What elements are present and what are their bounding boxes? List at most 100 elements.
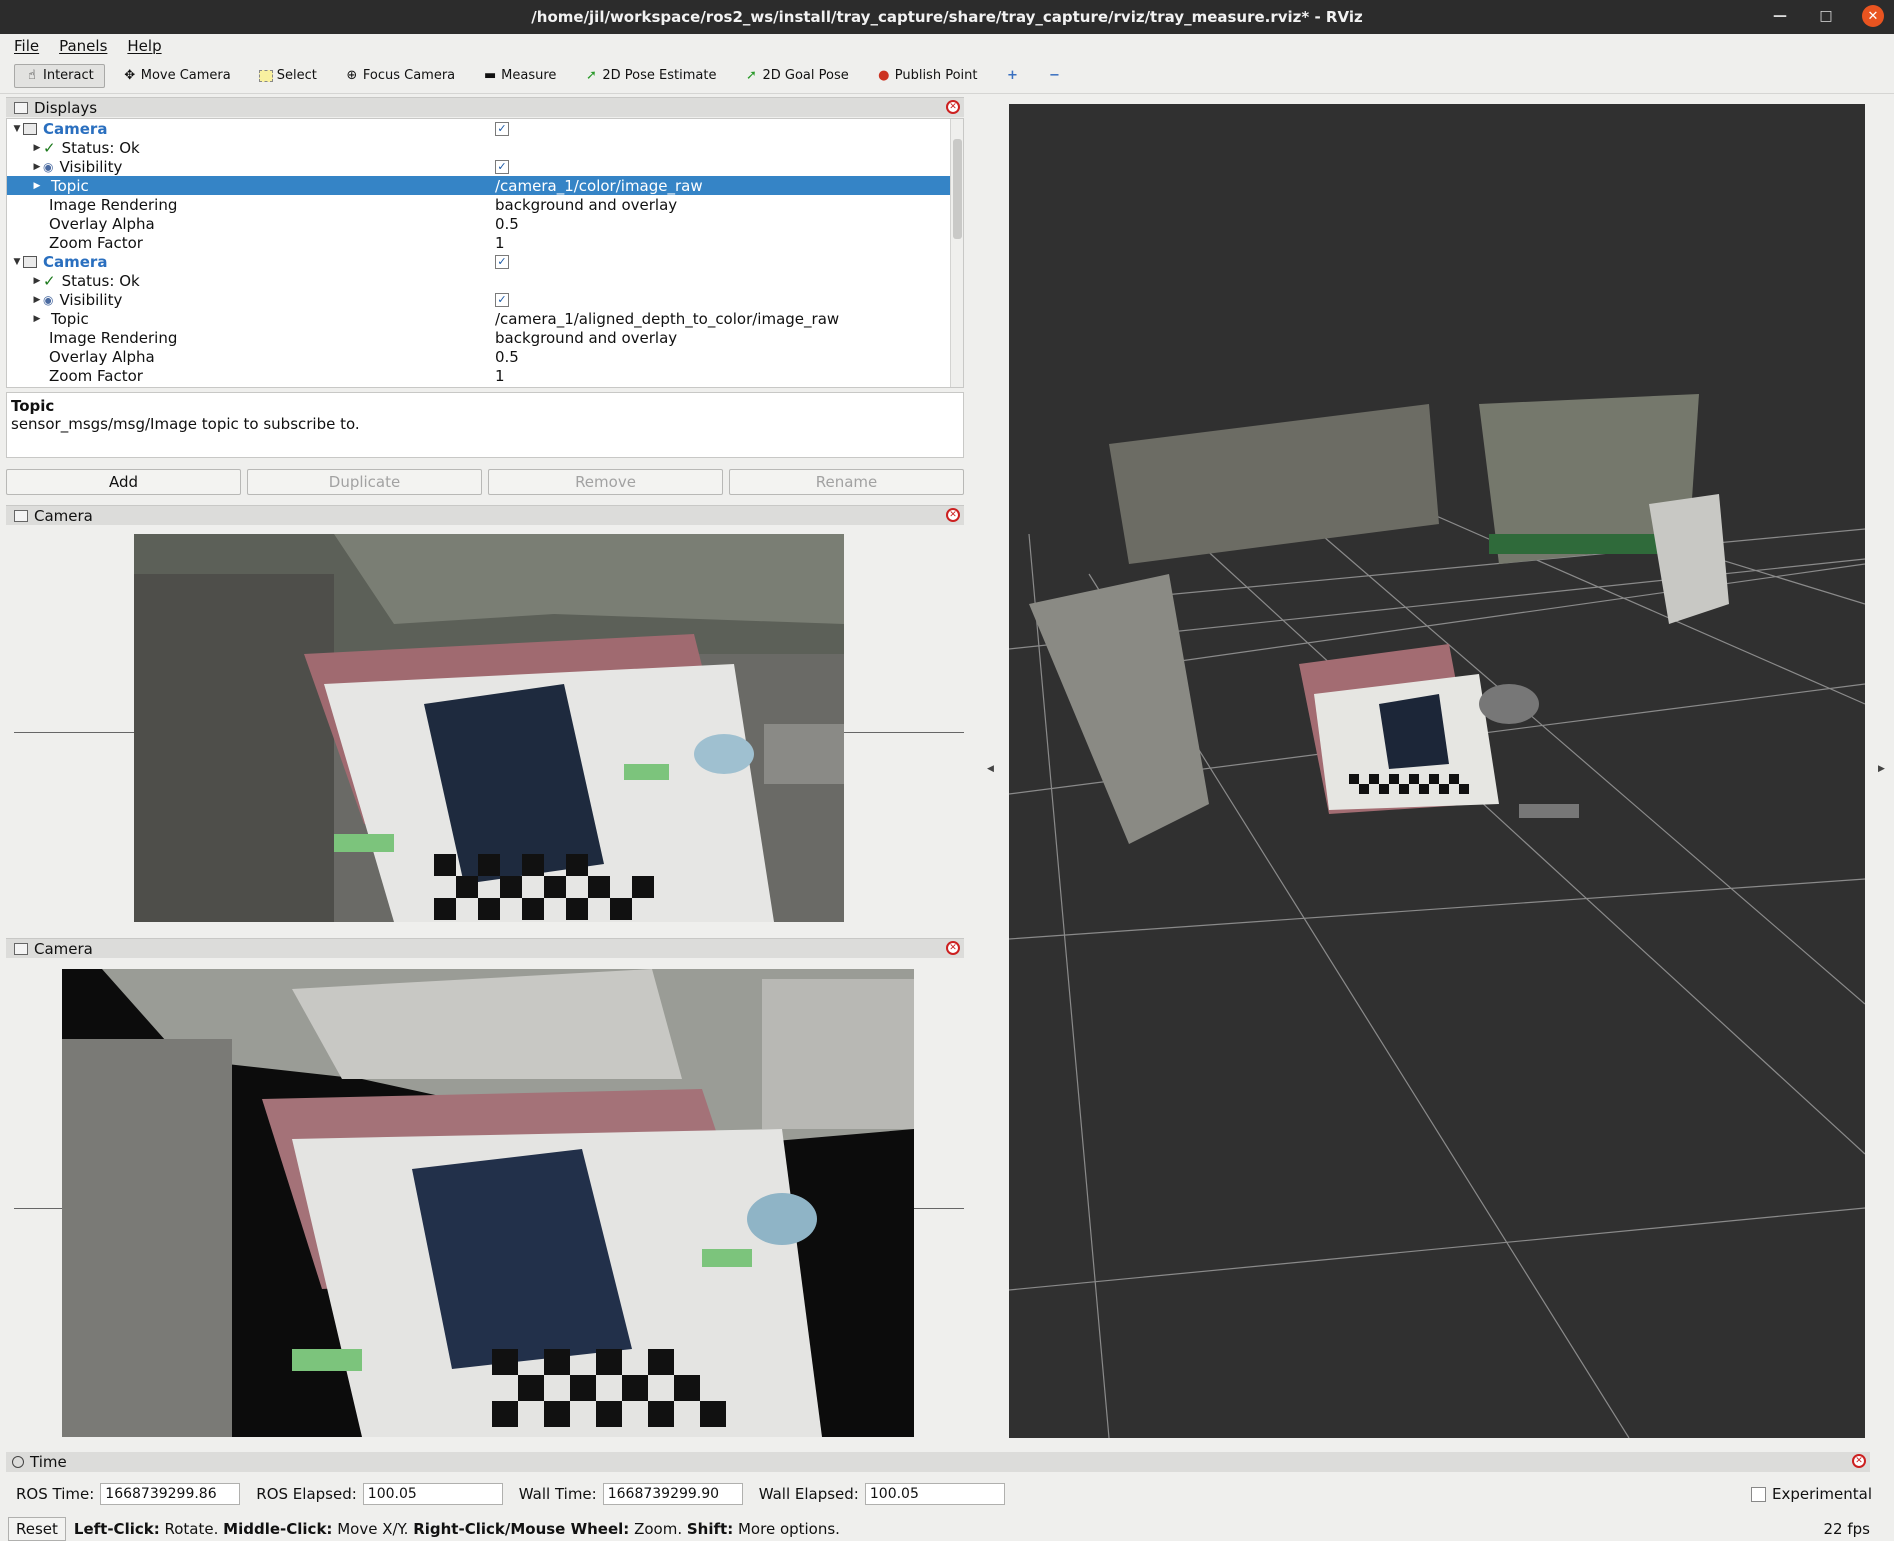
pose-estimate-tool[interactable]: ➚ 2D Pose Estimate xyxy=(574,64,726,88)
rename-button[interactable]: Rename xyxy=(729,469,964,495)
render-3d-canvas xyxy=(1009,394,1865,1438)
expand-arrow-icon[interactable]: ▶ xyxy=(31,314,43,324)
collapse-right-arrow-icon[interactable]: ▶ xyxy=(1878,764,1885,774)
move-camera-tool[interactable]: ✥ Move Camera xyxy=(113,64,241,88)
wall-time-field[interactable]: 1668739299.90 xyxy=(602,1483,743,1505)
display-camera-1[interactable]: ▼ Camera ✓ xyxy=(7,119,962,138)
topic-value[interactable]: /camera_1/color/image_raw xyxy=(495,177,703,195)
green-arrow-icon: ➚ xyxy=(585,68,597,83)
select-tool[interactable]: Select xyxy=(249,64,327,88)
camera-display-icon xyxy=(23,122,37,135)
tree-scrollbar[interactable] xyxy=(950,119,963,387)
menu-panels[interactable]: Panels xyxy=(59,37,107,55)
select-box-icon xyxy=(258,69,273,82)
close-panel-icon[interactable]: ✕ xyxy=(1852,1454,1866,1468)
collapse-arrow-icon[interactable]: ▼ xyxy=(11,124,23,134)
remove-tool-button[interactable]: − xyxy=(1037,64,1071,88)
enable-checkbox[interactable]: ✓ xyxy=(495,254,509,269)
expand-arrow-icon[interactable]: ▶ xyxy=(31,162,43,172)
ros-elapsed-field[interactable]: 100.05 xyxy=(362,1483,503,1505)
publish-point-tool[interactable]: ● Publish Point xyxy=(867,64,988,88)
displays-tree: ▼ Camera ✓ ▶ ✓ Status: Ok ▶ ◉ Visibility ✓ ▶ T… xyxy=(6,118,964,388)
close-panel-icon[interactable]: ✕ xyxy=(946,941,960,955)
wall-elapsed-field[interactable]: 100.05 xyxy=(864,1483,1005,1505)
minus-icon: − xyxy=(1049,68,1060,83)
clock-icon xyxy=(12,1456,24,1468)
monitor-icon xyxy=(14,101,28,114)
display-camera-2[interactable]: ▼ Camera ✓ xyxy=(7,252,962,271)
camera-panel-icon xyxy=(14,509,28,522)
zoom-factor-row[interactable]: Zoom Factor 1 xyxy=(7,233,962,252)
remove-button[interactable]: Remove xyxy=(488,469,723,495)
menu-file[interactable]: File xyxy=(14,37,39,55)
status-row[interactable]: ▶ ✓ Status: Ok xyxy=(7,271,962,290)
ros-time-field[interactable]: 1668739299.86 xyxy=(100,1483,241,1505)
expand-arrow-icon[interactable]: ▶ xyxy=(31,276,43,286)
time-panel-header: Time ✕ xyxy=(6,1452,1870,1472)
overlay-alpha-row[interactable]: Overlay Alpha 0.5 xyxy=(7,214,962,233)
duplicate-button[interactable]: Duplicate xyxy=(247,469,482,495)
camera-view-color[interactable] xyxy=(6,526,964,924)
topic-row[interactable]: ▶ Topic /camera_1/color/image_raw xyxy=(7,176,962,195)
status-row[interactable]: ▶ ✓ Status: Ok xyxy=(7,138,962,157)
visibility-row[interactable]: ▶ ◉ Visibility ✓ xyxy=(7,290,962,309)
crosshair-icon: ⊕ xyxy=(346,68,358,83)
camera-display-icon xyxy=(23,255,37,268)
zoom-factor-row[interactable]: Zoom Factor 1 xyxy=(7,366,962,385)
camera-view-depth[interactable] xyxy=(6,959,964,1439)
visibility-checkbox[interactable]: ✓ xyxy=(495,292,509,307)
visibility-checkbox[interactable]: ✓ xyxy=(495,159,509,174)
checkmark-icon: ✓ xyxy=(43,138,56,157)
focus-camera-tool[interactable]: ⊕ Focus Camera xyxy=(335,64,465,88)
visibility-row[interactable]: ▶ ◉ Visibility ✓ xyxy=(7,157,962,176)
image-rendering-row[interactable]: Image Rendering background and overlay xyxy=(7,328,962,347)
overlay-alpha-row[interactable]: Overlay Alpha 0.5 xyxy=(7,347,962,366)
move-icon: ✥ xyxy=(124,68,136,83)
topic-row[interactable]: ▶ Topic /camera_1/aligned_depth_to_color/… xyxy=(7,309,962,328)
minimize-icon[interactable]: — xyxy=(1770,8,1790,24)
expand-arrow-icon[interactable]: ▶ xyxy=(31,143,43,153)
eye-icon: ◉ xyxy=(43,292,54,307)
close-panel-icon[interactable]: ✕ xyxy=(946,100,960,114)
collapse-arrow-icon[interactable]: ▼ xyxy=(11,257,23,267)
camera-panel-icon xyxy=(14,942,28,955)
green-arrow-icon: ➚ xyxy=(746,68,757,83)
window-titlebar: /home/jil/workspace/ros2_ws/install/tray… xyxy=(0,0,1894,34)
add-tool-button[interactable]: + xyxy=(995,64,1029,88)
expand-arrow-icon[interactable]: ▶ xyxy=(31,181,43,191)
experimental-checkbox[interactable] xyxy=(1750,1486,1766,1502)
camera-panel-1-header: Camera ✕ xyxy=(6,505,964,525)
menu-help[interactable]: Help xyxy=(127,37,161,55)
hand-icon: ☝ xyxy=(28,68,36,83)
render-3d-view[interactable] xyxy=(1009,104,1865,1438)
expand-arrow-icon[interactable]: ▶ xyxy=(31,295,43,305)
time-title: Time xyxy=(30,1453,67,1471)
help-text: sensor_msgs/msg/Image topic to subscribe… xyxy=(11,415,360,433)
maximize-icon[interactable]: □ xyxy=(1816,8,1836,24)
camera-panel-2-header: Camera ✕ xyxy=(6,938,964,958)
measure-tool[interactable]: ▬ Measure xyxy=(473,64,566,88)
map-pin-icon: ● xyxy=(878,68,890,83)
property-help-box: Topic sensor_msgs/msg/Image topic to sub… xyxy=(6,392,964,458)
collapse-left-arrow-icon[interactable]: ◀ xyxy=(987,764,994,774)
topic-value[interactable]: /camera_1/aligned_depth_to_color/image_r… xyxy=(495,310,839,328)
close-window-icon[interactable]: ✕ xyxy=(1862,5,1884,27)
image-rendering-row[interactable]: Image Rendering background and overlay xyxy=(7,195,962,214)
goal-pose-tool[interactable]: ➚ 2D Goal Pose xyxy=(734,64,858,88)
displays-title: Displays xyxy=(34,98,98,117)
menu-bar: File Panels Help xyxy=(0,34,1894,58)
interact-tool[interactable]: ☝ Interact xyxy=(14,63,105,88)
mouse-hint: Left-Click: Rotate. Middle-Click: Move X… xyxy=(73,1519,840,1538)
reset-button[interactable]: Reset xyxy=(8,1516,66,1541)
close-panel-icon[interactable]: ✕ xyxy=(946,508,960,522)
scrollbar-thumb[interactable] xyxy=(953,139,962,239)
displays-panel-header: Displays ✕ xyxy=(6,97,964,117)
experimental-toggle[interactable]: Experimental xyxy=(1750,1485,1872,1503)
add-button[interactable]: Add xyxy=(6,469,241,495)
window-title: /home/jil/workspace/ros2_ws/install/tray… xyxy=(531,8,1363,26)
ruler-icon: ▬ xyxy=(483,68,497,83)
display-buttons: Add Duplicate Remove Rename xyxy=(6,469,964,495)
eye-icon: ◉ xyxy=(43,159,54,174)
enable-checkbox[interactable]: ✓ xyxy=(495,121,509,136)
camera-panel-title: Camera xyxy=(34,939,93,958)
